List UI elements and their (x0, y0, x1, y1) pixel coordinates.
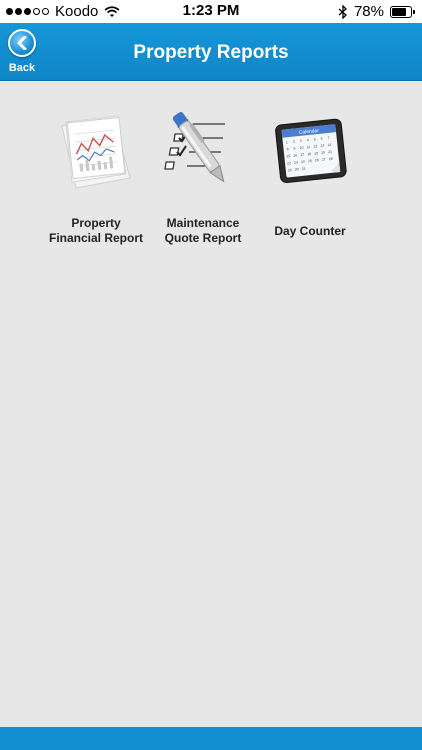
tile-maintenance-quote-report[interactable]: Maintenance Quote Report (148, 112, 258, 246)
svg-text:12: 12 (313, 144, 317, 148)
svg-text:23: 23 (294, 160, 298, 164)
svg-text:24: 24 (301, 160, 305, 164)
report-grid: Property Financial Report Maintenance Qu… (0, 81, 422, 726)
bluetooth-icon (338, 4, 347, 19)
page-title: Property Reports (133, 42, 289, 63)
tile-label[interactable]: Day Counter (255, 224, 365, 239)
tile-property-financial-report[interactable]: Property Financial Report (41, 112, 151, 246)
svg-text:19: 19 (314, 151, 318, 155)
nav-bar: Back Property Reports (0, 23, 422, 81)
svg-text:26: 26 (315, 158, 319, 162)
checklist-pen-icon[interactable] (163, 112, 243, 192)
svg-text:18: 18 (307, 152, 311, 156)
svg-text:21: 21 (328, 150, 332, 154)
status-right: 78% (338, 3, 416, 20)
tile-day-counter[interactable]: Calendar 1234567 8 9 10 11 12 13 14 15 16 17 18 19… (255, 112, 365, 239)
svg-text:11: 11 (306, 145, 310, 149)
financial-report-icon[interactable] (56, 112, 136, 192)
battery-percent: 78% (353, 3, 384, 20)
svg-text:17: 17 (300, 153, 304, 157)
battery-icon (390, 5, 416, 18)
svg-text:15: 15 (286, 154, 290, 158)
svg-text:14: 14 (327, 143, 331, 147)
svg-text:31: 31 (302, 167, 306, 171)
calendar-tablet-icon[interactable]: Calendar 1234567 8 9 10 11 12 13 14 15 16 17 18 19… (270, 112, 350, 192)
svg-text:25: 25 (308, 159, 312, 163)
svg-text:22: 22 (287, 161, 291, 165)
svg-text:27: 27 (322, 157, 326, 161)
svg-text:30: 30 (295, 167, 299, 171)
svg-text:28: 28 (329, 157, 333, 161)
tile-label[interactable]: Property Financial Report (41, 216, 151, 246)
status-bar: Koodo 1:23 PM 78% (0, 0, 422, 23)
tile-label[interactable]: Maintenance Quote Report (148, 216, 258, 246)
svg-text:29: 29 (288, 168, 292, 172)
svg-text:16: 16 (293, 153, 297, 157)
svg-text:20: 20 (321, 150, 325, 154)
svg-text:10: 10 (299, 146, 303, 150)
bottom-bar (0, 727, 422, 750)
svg-text:13: 13 (320, 143, 324, 147)
